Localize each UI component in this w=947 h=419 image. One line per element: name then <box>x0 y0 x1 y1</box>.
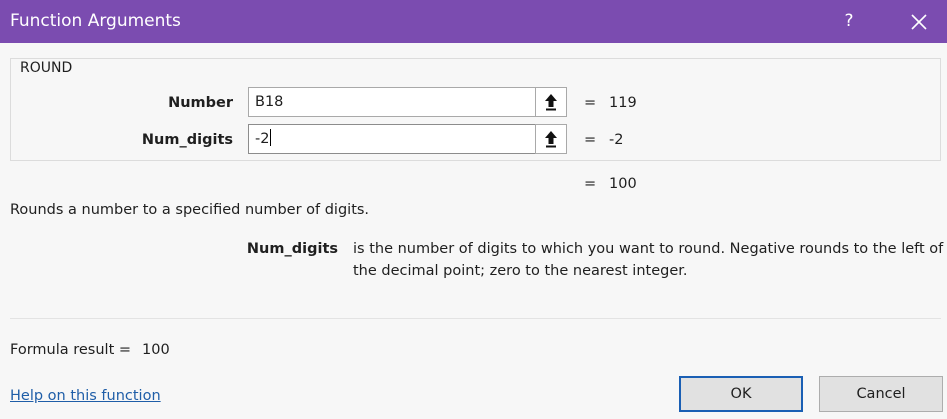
arrow-up-icon <box>545 131 557 148</box>
help-on-function-link[interactable]: Help on this function <box>10 387 161 405</box>
num-digits-field[interactable]: -2 <box>248 124 536 154</box>
function-result-value: 100 <box>609 176 637 192</box>
arrow-up-icon <box>545 94 557 111</box>
function-result-equals: = <box>584 176 597 192</box>
num-digits-result-value: -2 <box>609 132 624 148</box>
ok-button[interactable]: OK <box>679 376 803 412</box>
divider <box>10 318 941 319</box>
formula-result-label: Formula result = <box>10 342 132 358</box>
dialog-title: Function Arguments <box>10 11 181 31</box>
close-icon <box>911 14 927 30</box>
close-button[interactable] <box>905 8 933 36</box>
formula-result-value: 100 <box>142 342 170 358</box>
num-digits-result-equals: = <box>584 132 597 148</box>
argument-help-name: Num_digits <box>246 241 338 257</box>
function-description: Rounds a number to a specified number of… <box>10 202 370 218</box>
number-field-value: B18 <box>255 94 284 110</box>
number-field[interactable]: B18 <box>248 87 536 117</box>
number-result-equals: = <box>584 95 597 111</box>
function-name-label: ROUND <box>20 60 73 76</box>
collapse-dialog-button-num-digits[interactable] <box>535 124 567 154</box>
num-digits-field-value: -2 <box>255 131 270 147</box>
number-result-value: 119 <box>609 95 637 111</box>
collapse-dialog-button-number[interactable] <box>535 87 567 117</box>
argument-label-number: Number <box>168 95 233 111</box>
text-cursor <box>270 129 272 146</box>
function-arguments-dialog: Function Arguments ? ROUND Number B18 = … <box>0 0 947 419</box>
argument-help-text: is the number of digits to which you wan… <box>353 241 944 279</box>
title-bar: Function Arguments ? <box>0 0 947 43</box>
argument-label-num-digits: Num_digits <box>141 132 233 148</box>
help-button[interactable]: ? <box>836 8 862 34</box>
cancel-button[interactable]: Cancel <box>819 376 943 412</box>
